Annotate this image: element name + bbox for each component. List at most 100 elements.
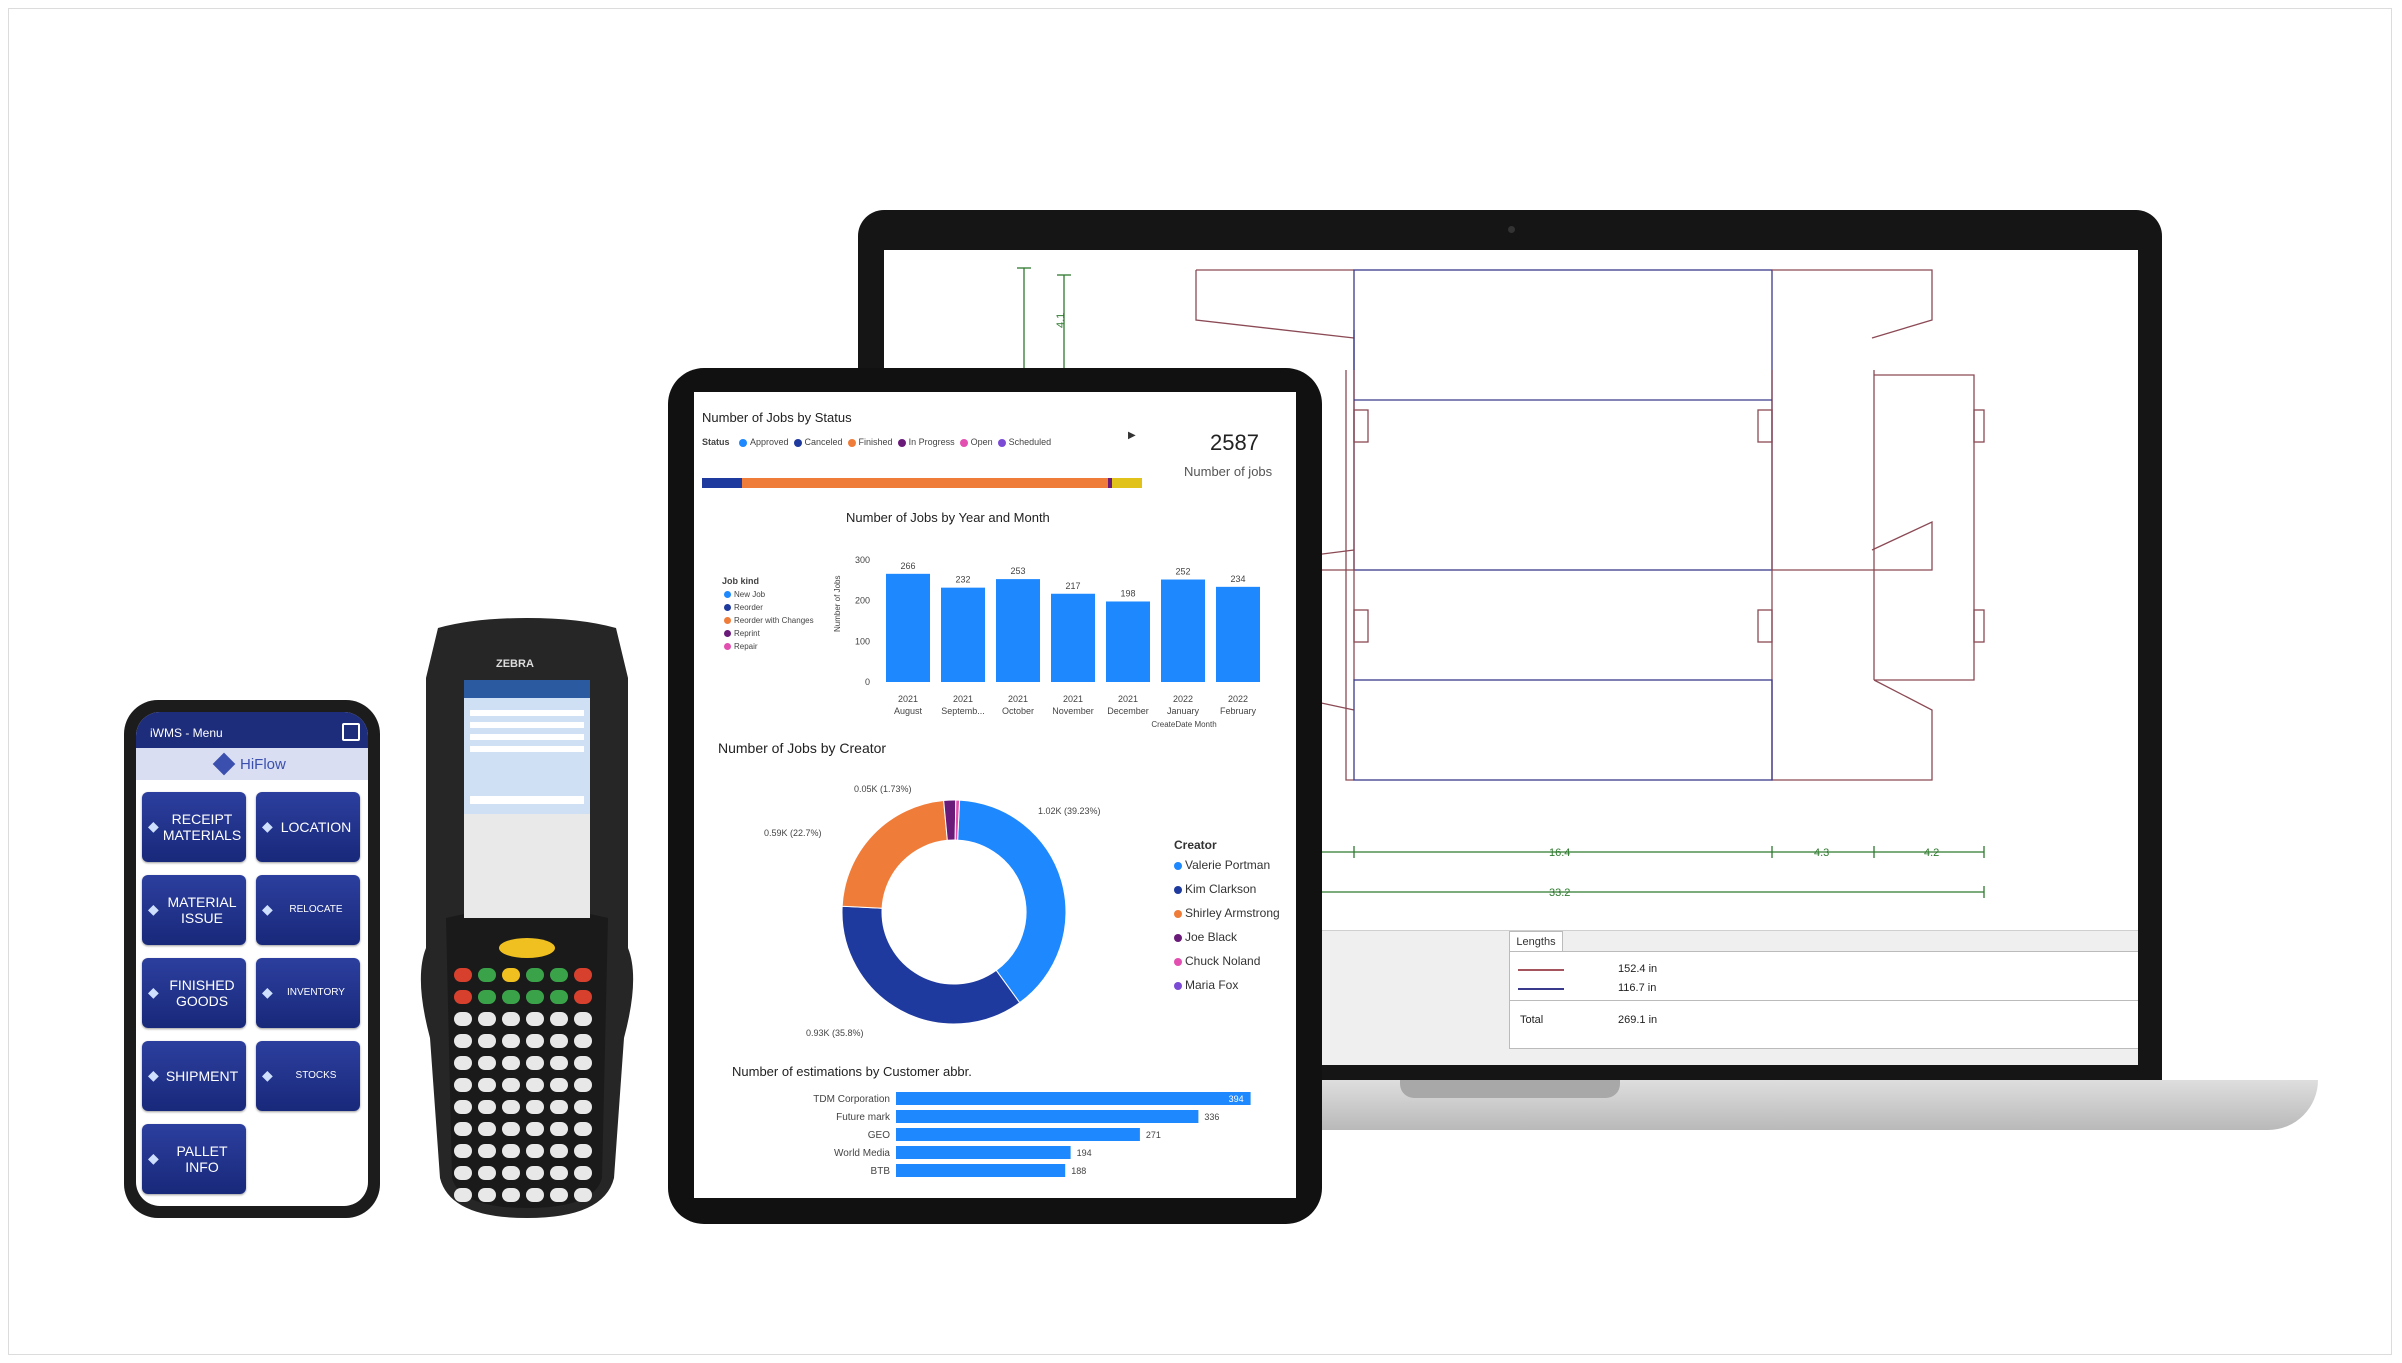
keypad-key[interactable] — [526, 1100, 544, 1114]
keypad-key[interactable] — [502, 1012, 520, 1026]
keypad-key[interactable] — [502, 1078, 520, 1092]
status-legend-item[interactable]: Approved — [738, 437, 789, 447]
hbar[interactable] — [896, 1146, 1071, 1159]
keypad-key[interactable] — [550, 1188, 568, 1202]
status-legend-item[interactable]: In Progress — [897, 437, 955, 447]
tile-pallet-info-button[interactable]: ◆ PALLET INFO — [142, 1124, 246, 1194]
keypad-key[interactable] — [550, 1100, 568, 1114]
tile-relocate-button[interactable]: ◆ RELOCATE — [256, 875, 360, 945]
hbar[interactable] — [896, 1164, 1066, 1177]
job-kind-item[interactable]: Reorder with Changes — [724, 616, 814, 625]
keypad-key[interactable] — [454, 1166, 472, 1180]
keypad-key[interactable] — [502, 1122, 520, 1136]
donut-slice[interactable] — [957, 799, 1067, 1004]
keypad-key[interactable] — [550, 1144, 568, 1158]
keypad-key[interactable] — [574, 1034, 592, 1048]
bar[interactable] — [886, 573, 930, 682]
keypad-key[interactable] — [550, 1056, 568, 1070]
job-kind-item[interactable]: Reorder — [724, 603, 763, 612]
keypad-key[interactable] — [550, 968, 568, 982]
keypad-key[interactable] — [574, 1122, 592, 1136]
bar[interactable] — [1216, 586, 1260, 682]
keypad-key[interactable] — [574, 1100, 592, 1114]
keypad-key[interactable] — [502, 1034, 520, 1048]
job-kind-item[interactable]: Repair — [724, 642, 758, 651]
keypad-key[interactable] — [574, 1078, 592, 1092]
keypad-key[interactable] — [502, 990, 520, 1004]
status-legend-item[interactable]: Open — [959, 437, 993, 447]
keypad-key[interactable] — [526, 1166, 544, 1180]
keypad-key[interactable] — [550, 1012, 568, 1026]
legend-next-icon[interactable]: ▶ — [1128, 430, 1136, 441]
keypad-key[interactable] — [574, 1166, 592, 1180]
keypad-key[interactable] — [526, 1012, 544, 1026]
hbar[interactable] — [896, 1128, 1140, 1141]
bar[interactable] — [1106, 601, 1150, 682]
keypad-key[interactable] — [454, 1144, 472, 1158]
keypad-key[interactable] — [526, 1122, 544, 1136]
jobs-by-month-bar-chart[interactable]: Number of Jobs 0 100 200 300 266 2021 August 232… — [834, 532, 1284, 732]
donut-slice[interactable] — [841, 799, 948, 909]
creator-legend-item[interactable]: Kim Clarkson — [1174, 882, 1256, 896]
keypad-key[interactable] — [478, 1166, 496, 1180]
keypad-key[interactable] — [502, 1188, 520, 1202]
keypad-key[interactable] — [574, 990, 592, 1004]
keypad-key[interactable] — [550, 1122, 568, 1136]
keypad-key[interactable] — [502, 1056, 520, 1070]
keypad-key[interactable] — [550, 1034, 568, 1048]
tile-location-button[interactable]: ◆ LOCATION — [256, 792, 360, 862]
keypad-key[interactable] — [502, 1144, 520, 1158]
keypad-key[interactable] — [478, 1056, 496, 1070]
tab-lengths[interactable]: Lengths — [1509, 931, 1563, 953]
keypad-key[interactable] — [478, 968, 496, 982]
keypad-key[interactable] — [454, 1188, 472, 1202]
keypad-key[interactable] — [454, 1122, 472, 1136]
job-kind-item[interactable]: Reprint — [724, 629, 760, 638]
tile-receipt-materials-button[interactable]: ◆ RECEIPT MATERIALS — [142, 792, 246, 862]
keypad-key[interactable] — [574, 1056, 592, 1070]
tile-material-issue-button[interactable]: ◆ MATERIAL ISSUE — [142, 875, 246, 945]
tile-inventory-button[interactable]: ◆ INVENTORY — [256, 958, 360, 1028]
keypad-key[interactable] — [454, 990, 472, 1004]
donut-slice[interactable] — [841, 905, 1021, 1025]
keypad-key[interactable] — [574, 1012, 592, 1026]
job-kind-item[interactable]: New Job — [724, 590, 765, 599]
keypad-key[interactable] — [454, 1100, 472, 1114]
keypad-key[interactable] — [550, 1078, 568, 1092]
logout-icon[interactable] — [342, 723, 360, 741]
tile-shipment-button[interactable]: ◆ SHIPMENT — [142, 1041, 246, 1111]
jobs-by-creator-donut-chart[interactable] — [834, 782, 1134, 1062]
keypad-key[interactable] — [526, 990, 544, 1004]
bar[interactable] — [941, 587, 985, 682]
keypad-key[interactable] — [550, 990, 568, 1004]
estimations-hbar-chart[interactable]: TDM Corporation 394 Future mark 336 GEO 271 Wo… — [694, 1082, 1296, 1198]
bar[interactable] — [1161, 579, 1205, 682]
keypad-key[interactable] — [478, 1122, 496, 1136]
tile-finished-goods-button[interactable]: ◆ FINISHED GOODS — [142, 958, 246, 1028]
keypad-key[interactable] — [502, 968, 520, 982]
keypad-key[interactable] — [478, 1034, 496, 1048]
status-legend-item[interactable]: Canceled — [793, 437, 843, 447]
keypad-key[interactable] — [478, 1078, 496, 1092]
keypad-key[interactable] — [526, 1078, 544, 1092]
keypad-key[interactable] — [502, 1166, 520, 1180]
keypad-key[interactable] — [574, 968, 592, 982]
keypad-key[interactable] — [454, 1012, 472, 1026]
keypad-key[interactable] — [574, 1144, 592, 1158]
keypad-key[interactable] — [454, 1078, 472, 1092]
keypad-key[interactable] — [550, 1166, 568, 1180]
keypad-key[interactable] — [454, 1056, 472, 1070]
bar[interactable] — [996, 579, 1040, 682]
keypad-key[interactable] — [478, 990, 496, 1004]
keypad-key[interactable] — [478, 1100, 496, 1114]
keypad-key[interactable] — [526, 1034, 544, 1048]
creator-legend-item[interactable]: Chuck Noland — [1174, 954, 1260, 968]
status-legend-item[interactable]: Finished — [847, 437, 893, 447]
tile-stocks-button[interactable]: ◆ STOCKS — [256, 1041, 360, 1111]
keypad-key[interactable] — [526, 1188, 544, 1202]
status-stacked-bar[interactable] — [702, 478, 1142, 488]
creator-legend-item[interactable]: Shirley Armstrong — [1174, 906, 1280, 920]
keypad-key[interactable] — [454, 968, 472, 982]
creator-legend-item[interactable]: Maria Fox — [1174, 978, 1238, 992]
keypad-key[interactable] — [478, 1144, 496, 1158]
